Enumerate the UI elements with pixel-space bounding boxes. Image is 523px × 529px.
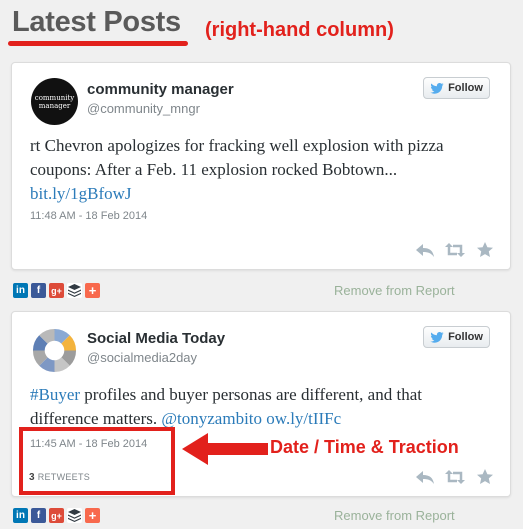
tweet-text: rt Chevron apologizes for fracking well … xyxy=(30,134,492,206)
addthis-icon[interactable]: + xyxy=(85,283,100,298)
mention-link[interactable]: @tonyzambito xyxy=(161,409,262,428)
follow-label: Follow xyxy=(448,82,483,94)
annotation-arrow-icon xyxy=(182,433,268,465)
user-name[interactable]: Social Media Today xyxy=(87,330,225,347)
follow-button[interactable]: Follow xyxy=(423,77,490,99)
follow-label: Follow xyxy=(448,331,483,343)
twitter-bird-icon xyxy=(430,331,444,343)
tweet-link[interactable]: bit.ly/1gBfowJ xyxy=(30,184,132,203)
twitter-bird-icon xyxy=(430,82,444,94)
reply-icon[interactable] xyxy=(415,242,435,258)
highlight-box xyxy=(19,427,175,495)
retweet-icon[interactable] xyxy=(445,469,465,485)
tweet-link[interactable]: ow.ly/tIIFc xyxy=(266,409,341,428)
buffer-icon[interactable] xyxy=(67,508,82,523)
facebook-icon[interactable]: f xyxy=(31,283,46,298)
column-annotation: (right-hand column) xyxy=(205,19,394,41)
favorite-star-icon[interactable] xyxy=(475,242,495,258)
googleplus-icon[interactable]: g+ xyxy=(49,508,64,523)
linkedin-icon[interactable]: in xyxy=(13,283,28,298)
follow-button[interactable]: Follow xyxy=(423,326,490,348)
share-icons: in f g+ + xyxy=(13,508,100,523)
buffer-icon[interactable] xyxy=(67,283,82,298)
user-handle[interactable]: @socialmedia2day xyxy=(87,350,197,365)
facebook-icon[interactable]: f xyxy=(31,508,46,523)
googleplus-icon[interactable]: g+ xyxy=(49,283,64,298)
date-traction-annotation: Date / Time & Traction xyxy=(270,437,459,457)
tweet-body: rt Chevron apologizes for fracking well … xyxy=(30,136,444,179)
share-icons: in f g+ + xyxy=(13,283,100,298)
title-underline xyxy=(8,41,188,46)
avatar[interactable]: community manager xyxy=(31,78,78,125)
retweet-icon[interactable] xyxy=(445,242,465,258)
addthis-icon[interactable]: + xyxy=(85,508,100,523)
avatar[interactable] xyxy=(31,327,78,374)
avatar-text: community manager xyxy=(34,94,75,110)
timestamp[interactable]: 11:48 AM - 18 Feb 2014 xyxy=(30,210,147,222)
tweet-actions xyxy=(415,242,495,258)
linkedin-icon[interactable]: in xyxy=(13,508,28,523)
tweet-card: community manager community manager @com… xyxy=(11,62,511,270)
favorite-star-icon[interactable] xyxy=(475,469,495,485)
remove-from-report-link[interactable]: Remove from Report xyxy=(334,508,455,523)
remove-from-report-link[interactable]: Remove from Report xyxy=(334,283,455,298)
tweet-actions xyxy=(415,469,495,485)
user-name[interactable]: community manager xyxy=(87,81,234,98)
user-handle[interactable]: @community_mngr xyxy=(87,101,200,116)
hashtag-link[interactable]: #Buyer xyxy=(30,385,80,404)
tweet-text: #Buyer profiles and buyer personas are d… xyxy=(30,383,492,431)
section-title: Latest Posts xyxy=(12,6,181,38)
reply-icon[interactable] xyxy=(415,469,435,485)
